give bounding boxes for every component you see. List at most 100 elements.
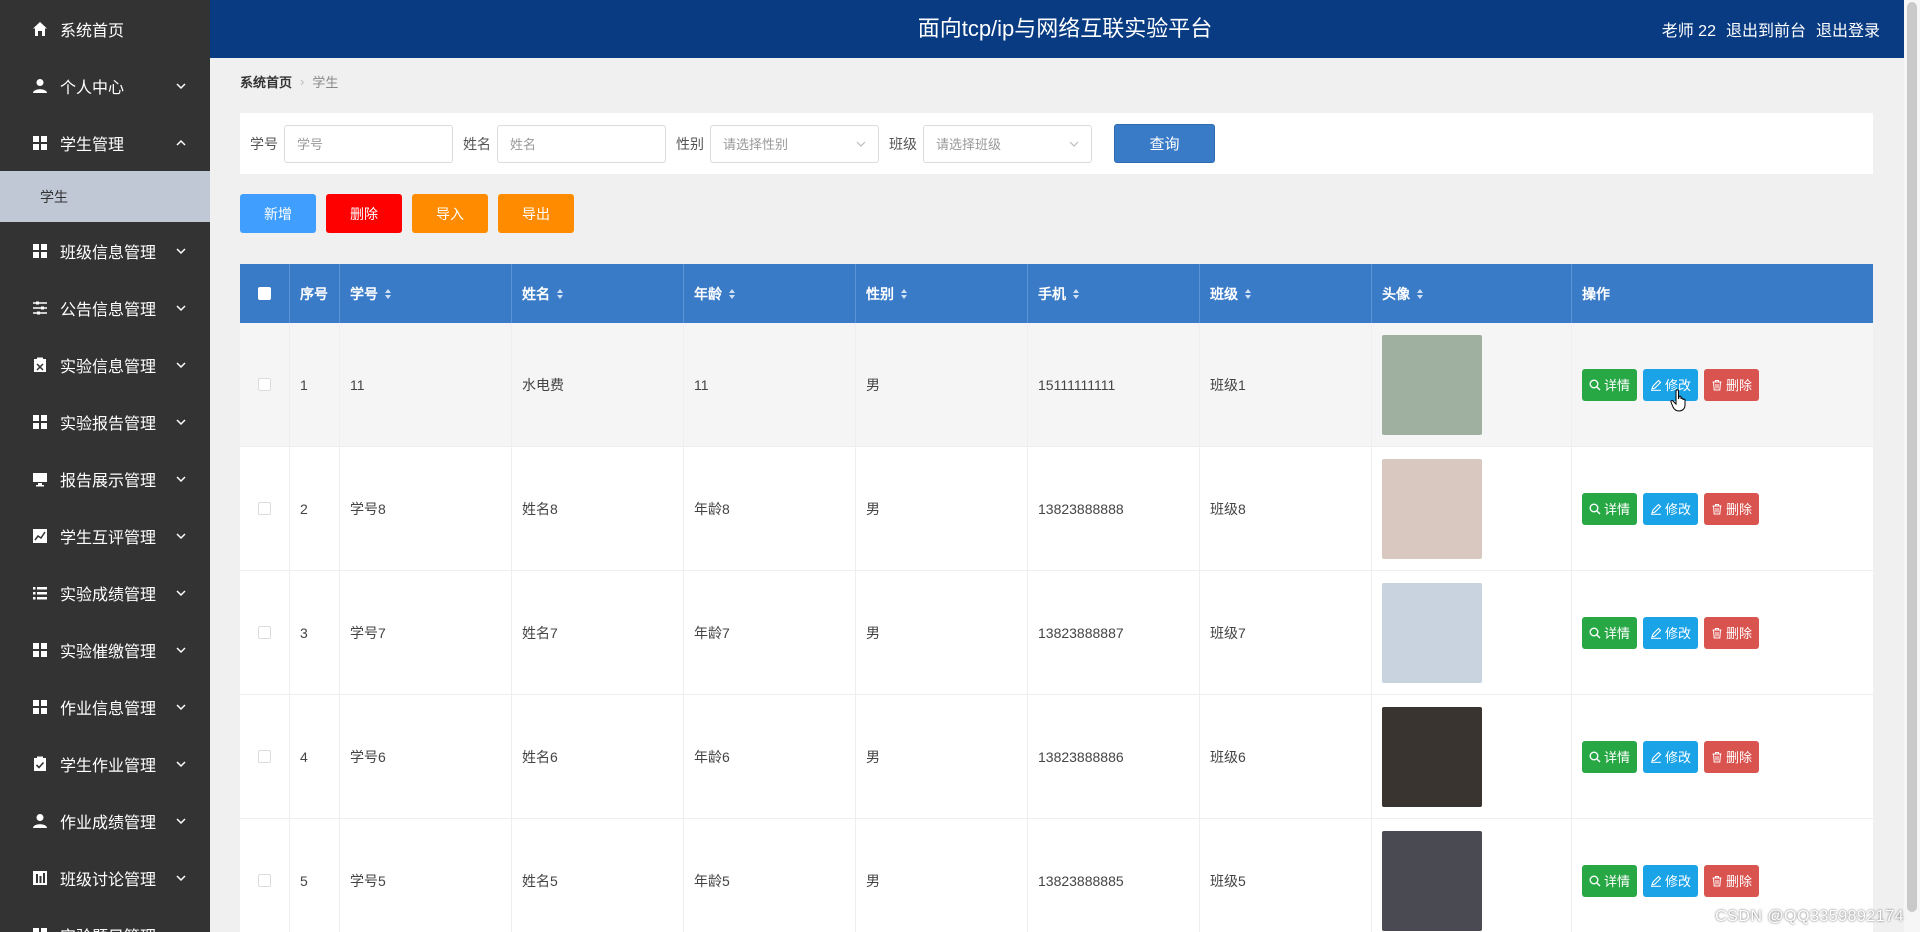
- detail-label: 详情: [1604, 502, 1631, 517]
- select-all-checkbox[interactable]: [258, 287, 271, 300]
- col-gender[interactable]: 性别: [856, 264, 1028, 323]
- cell-name: 水电费: [512, 323, 684, 446]
- student-no-input[interactable]: 学号: [284, 124, 453, 163]
- sidebar-item-label: 报告展示管理: [60, 472, 157, 490]
- delete-button[interactable]: 删除: [1704, 740, 1760, 773]
- sidebar-item-experiment-reminder[interactable]: 实验催缴管理: [0, 621, 210, 678]
- delete-button[interactable]: 删除: [1704, 492, 1760, 525]
- cell-age: 年龄5: [684, 819, 856, 932]
- col-student-no[interactable]: 学号: [340, 264, 512, 323]
- detail-button[interactable]: 详情: [1582, 492, 1638, 525]
- chevron-down-icon: [176, 532, 186, 539]
- row-checkbox[interactable]: [258, 378, 271, 391]
- sidebar-item-experiment-info[interactable]: 实验信息管理: [0, 336, 210, 393]
- sidebar-item-student-homework[interactable]: 学生作业管理: [0, 735, 210, 792]
- scrollbar-thumb[interactable]: [1907, 2, 1917, 912]
- home-icon: [32, 21, 48, 37]
- row-checkbox[interactable]: [258, 874, 271, 887]
- sidebar-item-homework-info[interactable]: 作业信息管理: [0, 678, 210, 735]
- class-label: 班级: [889, 135, 917, 152]
- breadcrumb-home[interactable]: 系统首页: [240, 72, 292, 91]
- add-button[interactable]: 新增: [240, 194, 316, 233]
- table-row[interactable]: 1 11 水电费 11 男 15111111111 班级1 详情 修改 删除: [240, 323, 1873, 447]
- cell-gender: 男: [856, 695, 1028, 818]
- detail-button[interactable]: 详情: [1582, 616, 1638, 649]
- cell-checkbox: [240, 819, 290, 932]
- table-row[interactable]: 5 学号5 姓名5 年龄5 男 13823888885 班级5 详情 修改 删除: [240, 819, 1873, 932]
- trash-icon: [1712, 627, 1722, 638]
- sidebar-item-experiment-report[interactable]: 实验报告管理: [0, 393, 210, 450]
- row-checkbox[interactable]: [258, 750, 271, 763]
- sidebar-subitem-student[interactable]: 学生: [0, 171, 210, 222]
- edit-icon: [1651, 751, 1662, 763]
- name-input[interactable]: 姓名: [497, 124, 666, 163]
- edit-button[interactable]: 修改: [1643, 616, 1699, 649]
- detail-button[interactable]: 详情: [1582, 368, 1638, 401]
- logout-link[interactable]: 退出登录: [1816, 17, 1880, 41]
- row-checkbox[interactable]: [258, 626, 271, 639]
- cell-no: 2: [290, 447, 340, 570]
- sidebar-item-personal-center[interactable]: 个人中心: [0, 57, 210, 114]
- sidebar-item-label: 班级讨论管理: [60, 871, 157, 889]
- student-table: 序号 学号 姓名 年龄 性别 手机 班级 头像 操作 1 11 水电费 11 男 1511…: [240, 264, 1873, 932]
- chevron-down-icon: [176, 82, 186, 89]
- cell-student-no: 学号8: [340, 447, 512, 570]
- sidebar-item-label: 公告信息管理: [60, 301, 157, 319]
- col-class[interactable]: 班级: [1200, 264, 1372, 323]
- delete-button[interactable]: 删除: [1704, 368, 1760, 401]
- sidebar-item-class-info[interactable]: 班级信息管理: [0, 222, 210, 279]
- detail-button[interactable]: 详情: [1582, 864, 1638, 897]
- sidebar-item-experiment-topic[interactable]: 实验题目管理: [0, 906, 210, 932]
- query-button[interactable]: 查询: [1114, 124, 1215, 163]
- edit-button[interactable]: 修改: [1643, 864, 1699, 897]
- avatar-image: [1382, 830, 1482, 931]
- export-button[interactable]: 导出: [498, 194, 574, 233]
- gender-placeholder: 请选择性别: [723, 137, 789, 152]
- class-select[interactable]: 请选择班级: [923, 124, 1092, 163]
- sidebar-item-class-discussion[interactable]: 班级讨论管理: [0, 849, 210, 906]
- sidebar-item-home[interactable]: 系统首页: [0, 0, 210, 57]
- top-header: 面向tcp/ip与网络互联实验平台 老师 22 退出到前台 退出登录: [210, 0, 1920, 58]
- avatar-image: [1382, 706, 1482, 807]
- sidebar-item-label: 学生作业管理: [60, 757, 157, 775]
- monitor-icon: [32, 471, 48, 487]
- header-user-area: 老师 22 退出到前台 退出登录: [1662, 0, 1880, 58]
- col-avatar[interactable]: 头像: [1372, 264, 1572, 323]
- cell-student-no: 学号7: [340, 571, 512, 694]
- exit-to-frontend-link[interactable]: 退出到前台: [1726, 17, 1806, 41]
- col-name[interactable]: 姓名: [512, 264, 684, 323]
- sidebar-item-peer-review[interactable]: 学生互评管理: [0, 507, 210, 564]
- edit-button[interactable]: 修改: [1643, 740, 1699, 773]
- table-row[interactable]: 3 学号7 姓名7 年龄7 男 13823888887 班级7 详情 修改 删除: [240, 571, 1873, 695]
- sidebar-item-report-display[interactable]: 报告展示管理: [0, 450, 210, 507]
- col-phone[interactable]: 手机: [1028, 264, 1200, 323]
- chevron-down-icon: [176, 589, 186, 596]
- table-row[interactable]: 4 学号6 姓名6 年龄6 男 13823888886 班级6 详情 修改 删除: [240, 695, 1873, 819]
- table-header: 序号 学号 姓名 年龄 性别 手机 班级 头像 操作: [240, 264, 1873, 323]
- delete-button[interactable]: 删除: [1704, 864, 1760, 897]
- col-age[interactable]: 年龄: [684, 264, 856, 323]
- sidebar: 系统首页 个人中心 学生管理 学生 班级信息管理 公告信息管理 实验信息管理 实…: [0, 0, 210, 932]
- edit-button[interactable]: 修改: [1643, 492, 1699, 525]
- sidebar-item-homework-score[interactable]: 作业成绩管理: [0, 792, 210, 849]
- detail-button[interactable]: 详情: [1582, 740, 1638, 773]
- batch-delete-button[interactable]: 删除: [326, 194, 402, 233]
- gender-select[interactable]: 请选择性别: [710, 124, 879, 163]
- sidebar-item-student-management[interactable]: 学生管理: [0, 114, 210, 171]
- sidebar-item-experiment-score[interactable]: 实验成绩管理: [0, 564, 210, 621]
- breadcrumb-separator: ›: [300, 74, 305, 89]
- delete-button[interactable]: 删除: [1704, 616, 1760, 649]
- vertical-scrollbar[interactable]: [1904, 0, 1920, 932]
- trash-icon: [1712, 503, 1722, 514]
- cell-ops: 详情 修改 删除: [1572, 695, 1873, 818]
- sidebar-item-notice-info[interactable]: 公告信息管理: [0, 279, 210, 336]
- col-label: 年龄: [694, 285, 722, 302]
- cell-no: 5: [290, 819, 340, 932]
- cell-no: 1: [290, 323, 340, 446]
- detail-label: 详情: [1604, 626, 1631, 641]
- chevron-down-icon: [176, 418, 186, 425]
- table-row[interactable]: 2 学号8 姓名8 年龄8 男 13823888888 班级8 详情 修改 删除: [240, 447, 1873, 571]
- row-checkbox[interactable]: [258, 502, 271, 515]
- import-button[interactable]: 导入: [412, 194, 488, 233]
- delete-label: 删除: [1726, 750, 1753, 765]
